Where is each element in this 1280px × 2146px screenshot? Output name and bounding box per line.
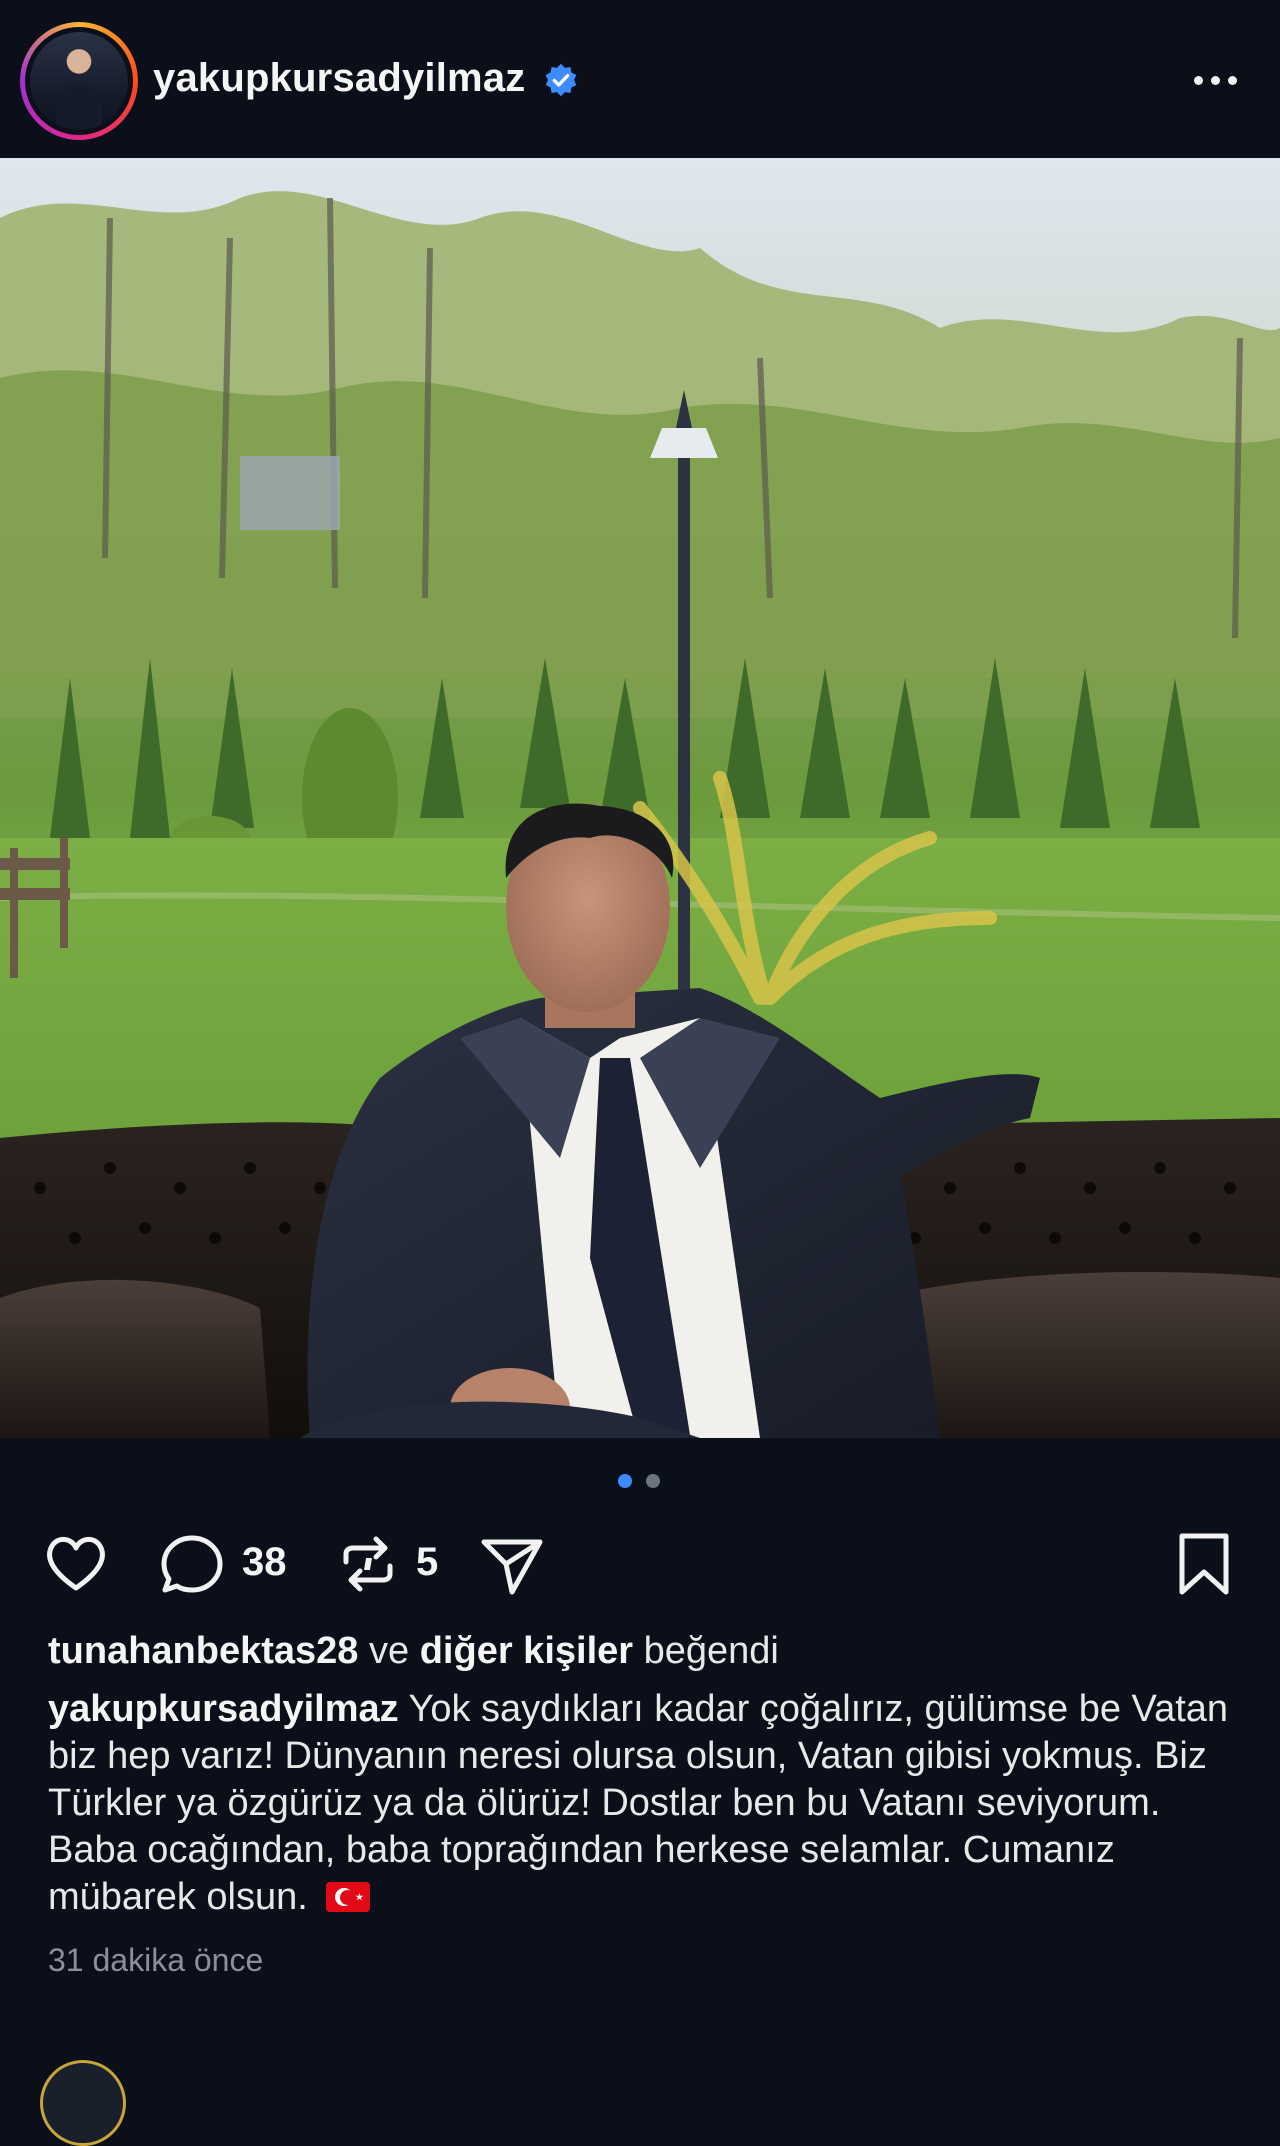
carousel-indicator: [618, 1474, 666, 1488]
caption-username[interactable]: yakupkursadyilmaz: [48, 1688, 399, 1730]
photo-scene: [0, 158, 1280, 1438]
likes-connector: ve: [369, 1630, 410, 1672]
post-image[interactable]: [0, 158, 1280, 1438]
carousel-dot-active: [618, 1474, 632, 1488]
next-post-avatar[interactable]: [40, 2060, 126, 2146]
likes-summary: tunahanbektas28 ve diğer kişiler beğendi: [48, 1630, 779, 1673]
comment-icon[interactable]: [156, 1528, 228, 1600]
likes-others-link[interactable]: diğer kişiler: [420, 1630, 633, 1672]
heart-icon[interactable]: [40, 1528, 112, 1600]
post-header: yakupkursadyilmaz: [0, 0, 1280, 158]
profile-photo-icon: [30, 32, 128, 130]
reposts-count: 5: [416, 1540, 439, 1584]
post-actions: 38 5: [0, 1520, 1280, 1600]
author-avatar[interactable]: [20, 22, 138, 140]
verified-badge-icon: [545, 63, 577, 97]
send-icon[interactable]: [476, 1528, 548, 1600]
likes-suffix: beğendi: [643, 1630, 779, 1672]
comments-count: 38: [242, 1540, 287, 1584]
post-caption: yakupkursadyilmaz Yok saydıkları kadar ç…: [48, 1686, 1243, 1921]
post-timestamp: 31 dakika önce: [48, 1942, 264, 1978]
liker-username[interactable]: tunahanbektas28: [48, 1630, 358, 1672]
carousel-dot: [646, 1474, 660, 1488]
more-horizontal-icon[interactable]: [1190, 66, 1242, 94]
turkey-flag-icon: [326, 1882, 371, 1912]
bookmark-icon[interactable]: [1168, 1528, 1240, 1600]
author-username[interactable]: yakupkursadyilmaz: [153, 56, 525, 101]
repost-icon[interactable]: [332, 1528, 404, 1600]
